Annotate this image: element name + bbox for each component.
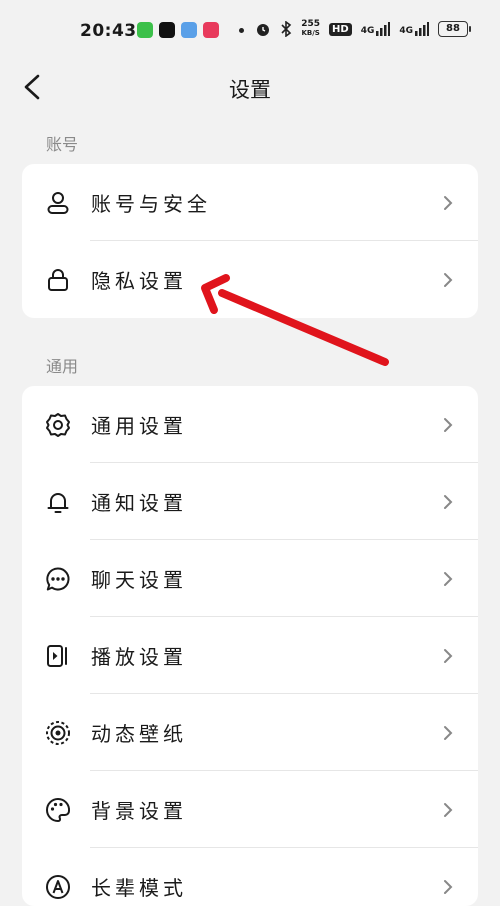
section-label-general: 通用 (46, 357, 79, 376)
notification-icons (137, 22, 244, 38)
play-panel-icon (47, 645, 67, 667)
nav-bar: 设置 (0, 62, 500, 114)
bell-icon (47, 493, 69, 513)
settings-row-chat[interactable]: 聊天设置 (22, 540, 478, 617)
chevron-right-icon (444, 273, 453, 287)
network-speed-unit: KB/S (301, 29, 320, 37)
network-speed-value: 255 (301, 19, 321, 29)
hd-badge: HD (329, 22, 352, 36)
general-card: 通用设置 通知设置 聊天设置 播放设置 动态壁纸 背景设置 长辈模式 (22, 386, 478, 906)
chevron-right-icon (444, 649, 453, 663)
chevron-right-icon (444, 572, 453, 586)
person-icon (47, 192, 69, 214)
palette-icon (46, 797, 71, 822)
chevron-right-icon (444, 803, 453, 817)
row-label: 背景设置 (91, 799, 187, 823)
wechat-icon (137, 22, 153, 38)
row-label: 动态壁纸 (91, 722, 187, 746)
lock-icon (48, 269, 68, 291)
target-icon (46, 721, 70, 745)
chat-icon (46, 567, 70, 591)
signal-1: 4G (361, 22, 391, 36)
chevron-right-icon (444, 495, 453, 509)
settings-row-playback[interactable]: 播放设置 (22, 617, 478, 694)
account-card: 账号与安全 隐私设置 (22, 164, 478, 318)
settings-row-privacy[interactable]: 隐私设置 (22, 241, 478, 318)
more-notifications-icon (239, 27, 244, 33)
status-bar: 20:43 255 KB/S HD 4G 4G 88 (0, 0, 500, 62)
gear-icon (46, 413, 70, 437)
settings-row-background[interactable]: 背景设置 (22, 771, 478, 848)
settings-row-account-security[interactable]: 账号与安全 (22, 164, 478, 241)
page-title: 设置 (229, 78, 271, 102)
alarm-icon (257, 24, 270, 36)
video-app-icon (203, 22, 219, 38)
row-label: 聊天设置 (91, 568, 187, 592)
chevron-right-icon (444, 726, 453, 740)
signal-bars-icon (415, 22, 429, 36)
tiktok-icon (159, 22, 175, 38)
signal-bars-icon (376, 22, 391, 36)
status-indicators: 255 KB/S HD 4G 4G 88 (255, 20, 471, 38)
section-label-account: 账号 (46, 135, 79, 154)
chevron-right-icon (444, 418, 453, 432)
row-label: 通知设置 (91, 491, 187, 515)
chevron-right-icon (444, 196, 453, 210)
status-time: 20:43 (80, 21, 137, 41)
signal-1-label: 4G (360, 26, 375, 36)
signal-2-label: 4G (399, 26, 413, 36)
a-circle-icon (46, 875, 70, 899)
settings-row-elder-mode[interactable]: 长辈模式 (22, 848, 478, 906)
chevron-right-icon (444, 880, 453, 894)
row-label: 通用设置 (91, 414, 187, 438)
app-icon (181, 22, 197, 38)
bluetooth-icon (281, 21, 292, 37)
network-speed: 255 KB/S (301, 20, 320, 38)
settings-row-general[interactable]: 通用设置 (22, 386, 478, 463)
settings-row-live-wallpaper[interactable]: 动态壁纸 (22, 694, 478, 771)
row-label: 播放设置 (91, 645, 187, 669)
row-label: 账号与安全 (91, 192, 211, 216)
row-label: 长辈模式 (91, 876, 187, 900)
signal-2: 4G (399, 22, 429, 36)
settings-row-notification[interactable]: 通知设置 (22, 463, 478, 540)
battery-indicator: 88 (438, 21, 471, 37)
row-label: 隐私设置 (91, 269, 187, 293)
